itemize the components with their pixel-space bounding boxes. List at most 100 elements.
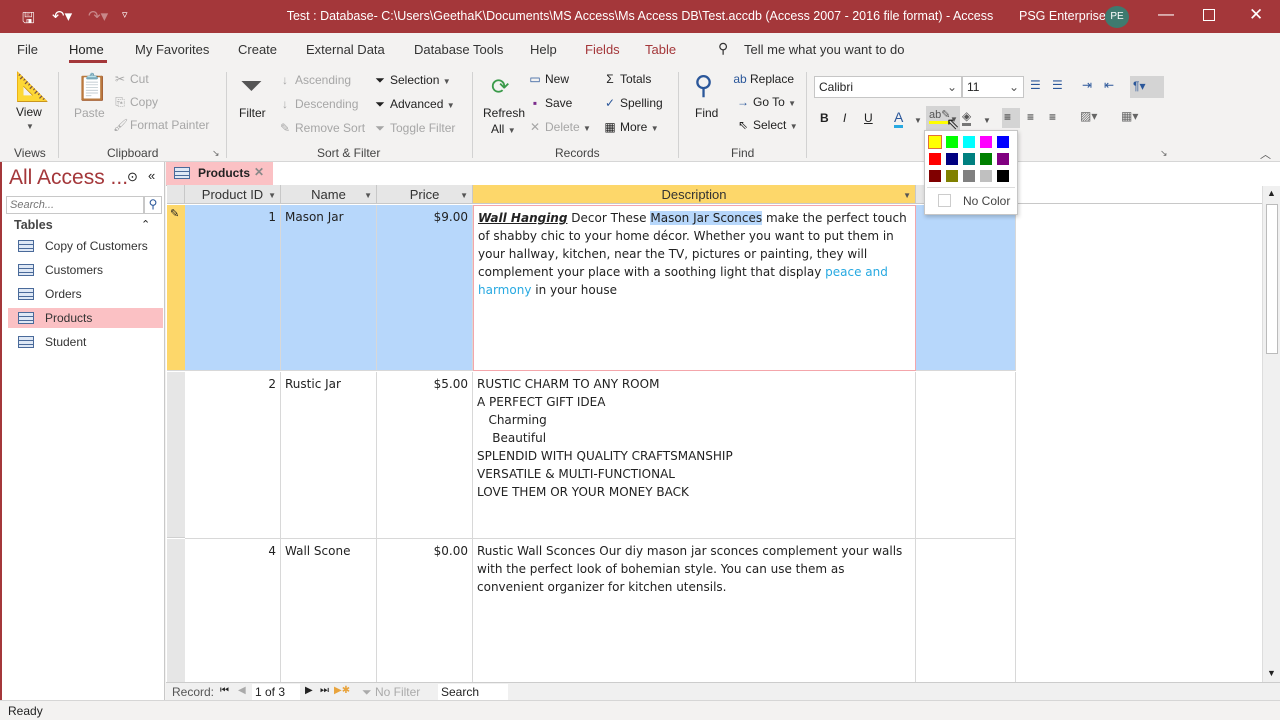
advanced-button[interactable]: ⏷ Advanced ▼ [373,97,454,112]
search-icon[interactable]: ⚲ [144,196,162,214]
font-size-combo[interactable]: 11 ⌄ [962,76,1024,98]
cell-name[interactable]: Mason Jar [281,205,377,371]
color-swatch[interactable] [963,153,975,165]
totals-button[interactable]: Σ Totals [603,72,651,86]
cell-product-id[interactable]: 4 [185,539,281,682]
replace-button[interactable]: ab Replace [733,72,794,86]
align-left-button[interactable]: ≡ [1002,108,1020,128]
collapse-ribbon-icon[interactable]: ︿ [1260,146,1271,162]
new-record-button[interactable]: ▭ New [528,72,569,86]
cell-product-id[interactable]: 1 [185,205,281,371]
cell-price[interactable]: $5.00 [377,372,473,539]
nav-menu-dropdown-icon[interactable]: ⊙ [127,169,138,185]
avatar[interactable]: PE [1105,6,1129,28]
no-color-swatch[interactable] [938,194,951,207]
record-selector-editing[interactable]: ✎ [167,205,185,371]
record-selector[interactable] [167,372,185,538]
minimize-button[interactable]: — [1158,6,1174,24]
first-record-button[interactable]: ⏮ [220,685,229,696]
scrollbar-thumb[interactable] [1266,204,1278,354]
decrease-indent-icon[interactable]: ⇤ [1104,78,1114,92]
cell-next[interactable] [916,539,1016,682]
color-swatch[interactable] [928,135,942,149]
nav-item-copy-of-customers[interactable]: Copy of Customers [8,236,163,256]
nav-item-products[interactable]: Products [8,308,163,328]
align-center-button[interactable]: ≡ [1027,110,1034,124]
nav-pane-title[interactable]: All Access ... [9,166,128,190]
next-record-button[interactable]: ▶ [305,685,313,696]
tab-table[interactable]: Table [645,42,676,57]
italic-button[interactable]: I [843,111,846,125]
find-button[interactable]: Find [695,106,718,120]
tab-create[interactable]: Create [238,42,277,57]
fill-color-icon[interactable]: ◈ [962,109,972,126]
cell-description[interactable]: Rustic Wall Sconces Our diy mason jar sc… [473,539,916,682]
bold-button[interactable]: B [820,111,829,125]
color-swatch[interactable] [963,170,975,182]
color-swatch[interactable] [929,170,941,182]
tab-home[interactable]: Home [69,42,104,57]
font-color-icon[interactable]: A [894,109,904,128]
cell-next[interactable] [916,205,1016,371]
delete-record-button[interactable]: ✕ Delete ▼ [528,120,591,134]
ascending-button[interactable]: ↓ Ascending [278,73,351,87]
last-record-button[interactable]: ⏭ [320,685,329,696]
record-search-input[interactable]: Search [438,684,508,700]
collapse-section-icon[interactable]: ⌃ [141,218,150,231]
filter-button[interactable]: Filter [239,106,266,120]
copy-button[interactable]: ⎘ Copy [113,95,158,110]
document-tab-products[interactable]: Products ✕ [166,162,273,185]
color-swatch[interactable] [980,136,992,148]
alternate-row-color-icon[interactable]: ▨▾ [1080,109,1097,123]
column-header-product-id[interactable]: Product ID ▼ [185,185,281,204]
color-swatch[interactable] [997,170,1009,182]
view-button[interactable]: View [16,105,42,119]
nav-search-input[interactable] [6,196,144,214]
tell-me-input[interactable]: Tell me what you want to do [744,42,904,57]
bullets-icon[interactable]: ☰ [1030,78,1041,92]
color-swatch[interactable] [997,136,1009,148]
tab-database-tools[interactable]: Database Tools [414,42,503,57]
collapse-nav-icon[interactable]: « [148,168,155,183]
spelling-button[interactable]: ✓ Spelling [603,96,663,110]
current-record-input[interactable]: 1 of 3 [252,684,300,700]
underline-button[interactable]: U [864,111,873,125]
tab-external-data[interactable]: External Data [306,42,385,57]
color-swatch[interactable] [980,170,992,182]
close-tab-icon[interactable]: ✕ [254,165,264,179]
nav-item-orders[interactable]: Orders [8,284,163,304]
cut-button[interactable]: ✂ Cut [113,72,149,86]
color-swatch[interactable] [997,153,1009,165]
descending-button[interactable]: ↓ Descending [278,97,358,111]
format-painter-button[interactable]: 🖌 Format Painter [113,118,209,132]
close-button[interactable]: ✕ [1249,5,1263,25]
refresh-all-button[interactable]: Refresh [483,106,525,120]
tab-my-favorites[interactable]: My Favorites [135,42,209,57]
previous-record-button[interactable]: ◀ [238,685,246,696]
select-all-corner[interactable] [167,185,185,204]
cell-name[interactable]: Wall Scone [281,539,377,682]
new-record-nav-button[interactable]: ▶✱ [334,685,350,696]
no-color-option[interactable]: No Color [963,194,1010,208]
more-button[interactable]: ▦ More ▼ [603,120,658,134]
align-right-button[interactable]: ≡ [1049,110,1056,124]
select-button[interactable]: ⇖ Select ▼ [736,118,798,132]
selection-button[interactable]: ⏷ Selection ▼ [373,73,450,88]
rtl-paragraph-button[interactable]: ¶▾ [1130,76,1164,98]
tab-file[interactable]: File [17,42,38,57]
toggle-filter-button[interactable]: ⏷ Toggle Filter [373,121,455,136]
cell-name[interactable]: Rustic Jar [281,372,377,539]
column-header-description[interactable]: Description ▼ [473,185,916,204]
paste-button[interactable]: Paste [74,106,105,120]
numbering-icon[interactable]: ☰ [1052,78,1063,92]
dialog-launcher-icon[interactable]: ↘ [1160,148,1168,159]
column-header-price[interactable]: Price ▼ [377,185,473,204]
nav-item-customers[interactable]: Customers [8,260,163,280]
nav-section-tables[interactable]: Tables [14,218,53,232]
save-record-button[interactable]: ▪ Save [528,96,573,110]
record-selector[interactable] [167,539,185,682]
remove-sort-button[interactable]: ✎ Remove Sort [278,121,365,135]
cell-next[interactable] [916,372,1016,539]
cell-price[interactable]: $0.00 [377,539,473,682]
color-swatch[interactable] [946,136,958,148]
